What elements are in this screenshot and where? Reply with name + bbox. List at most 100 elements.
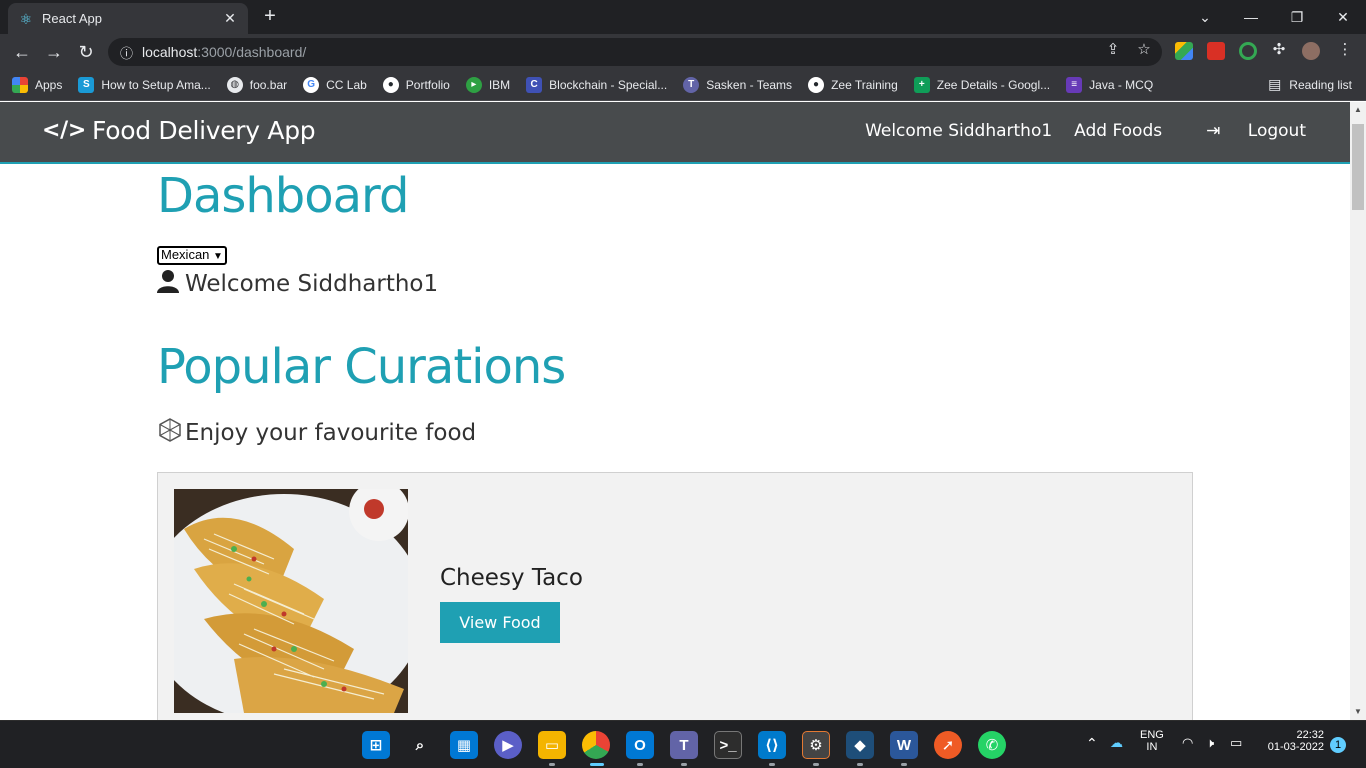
back-icon[interactable]: ←: [10, 40, 34, 64]
whatsapp-icon[interactable]: ✆: [978, 731, 1006, 759]
running-indicator: [637, 763, 643, 766]
restore-button[interactable]: ❐: [1274, 0, 1320, 34]
url-text[interactable]: localhost:3000/dashboard/: [142, 44, 306, 60]
postman-icon[interactable]: ➚: [934, 731, 962, 759]
clock[interactable]: 22:32 01-03-2022: [1260, 729, 1324, 753]
scroll-up-icon[interactable]: ▲: [1350, 102, 1366, 118]
section-title: Popular Curations: [157, 339, 566, 395]
running-indicator: [857, 763, 863, 766]
start-icon[interactable]: ⊞: [362, 731, 390, 759]
running-indicator: [769, 763, 775, 766]
bookmark-item[interactable]: ◍ foo.bar: [226, 77, 287, 93]
onedrive-icon[interactable]: ☁: [1110, 735, 1123, 751]
tab-title: React App: [42, 11, 102, 26]
teams-icon[interactable]: T: [670, 731, 698, 759]
profile-avatar[interactable]: [1302, 42, 1320, 60]
teams-icon: T: [683, 77, 700, 93]
react-icon: ⚛: [19, 10, 33, 27]
extension-ring-icon[interactable]: [1239, 42, 1257, 60]
language-indicator[interactable]: ENG IN: [1140, 729, 1164, 753]
reload-icon[interactable]: ↻: [74, 40, 98, 64]
ide-icon[interactable]: ⚙: [802, 731, 830, 759]
close-window-button[interactable]: ✕: [1320, 0, 1366, 34]
bookmark-star-icon[interactable]: ☆: [1133, 40, 1155, 58]
tab-search-icon[interactable]: ⌄: [1182, 0, 1228, 34]
vscode-icon[interactable]: ⟨⟩: [758, 731, 786, 759]
nav-add-foods[interactable]: Add Foods: [1074, 121, 1162, 141]
extension-icon[interactable]: [1207, 42, 1225, 60]
cuisine-select[interactable]: Mexican ▼: [157, 246, 227, 265]
outlook-icon[interactable]: O: [626, 731, 654, 759]
main-content: Dashboard Mexican ▼ Welcome Siddhartho1 …: [157, 164, 1193, 720]
hexagon-icon: [157, 417, 183, 449]
bookmark-item[interactable]: ▸ IBM: [465, 77, 510, 93]
view-food-button[interactable]: View Food: [440, 602, 560, 643]
browser-tab[interactable]: ⚛ React App ✕: [8, 3, 248, 34]
nav-welcome: Welcome Siddhartho1: [865, 121, 1053, 141]
notification-badge[interactable]: 1: [1330, 737, 1346, 753]
apps-grid-icon: [12, 77, 28, 93]
app-navbar: </> Food Delivery App Welcome Siddhartho…: [0, 102, 1350, 164]
bookmark-item[interactable]: ● Zee Training: [808, 77, 898, 93]
info-icon[interactable]: ⓘ: [120, 43, 138, 62]
bookmark-favicon: C: [526, 77, 543, 93]
search-icon[interactable]: ⌕: [406, 731, 434, 759]
new-tab-button[interactable]: +: [258, 5, 282, 28]
nav-links: Welcome Siddhartho1 Add Foods ⇥ Logout: [843, 121, 1306, 141]
page-scrollbar[interactable]: ▲ ▼: [1350, 102, 1366, 720]
user-icon: [157, 269, 179, 299]
chrome-icon[interactable]: [582, 731, 610, 759]
scrollbar-thumb[interactable]: [1352, 124, 1364, 210]
minimize-button[interactable]: —: [1228, 0, 1274, 34]
page-title: Dashboard: [157, 168, 409, 224]
bookmark-item[interactable]: S How to Setup Ama...: [78, 77, 211, 93]
address-bar[interactable]: ⓘ localhost:3000/dashboard/: [108, 38, 1162, 66]
file-explorer-icon[interactable]: ▭: [538, 731, 566, 759]
page-viewport: </> Food Delivery App Welcome Siddhartho…: [0, 102, 1350, 720]
chat-icon[interactable]: ▶: [494, 731, 522, 759]
bookmark-item[interactable]: ≡ Java - MCQ: [1066, 77, 1153, 93]
running-indicator: [549, 763, 555, 766]
food-card: Cheesy Taco View Food: [157, 472, 1193, 720]
reading-list-icon: ▤: [1268, 76, 1282, 92]
sheets-icon: +: [913, 77, 930, 93]
bookmark-item[interactable]: G CC Lab: [303, 77, 367, 93]
share-icon[interactable]: ⇪: [1102, 40, 1124, 58]
brand-link[interactable]: </> Food Delivery App: [42, 116, 316, 145]
bookmark-item[interactable]: C Blockchain - Special...: [526, 77, 667, 93]
browser-tabstrip: ⚛ React App ✕ + ⌄ — ❐ ✕: [0, 0, 1366, 34]
bookmark-item[interactable]: Apps: [12, 77, 62, 93]
menu-kebab-icon[interactable]: ⋮: [1334, 40, 1356, 58]
github-icon: ●: [808, 77, 825, 93]
code-icon: </>: [42, 118, 87, 143]
running-indicator: [681, 763, 687, 766]
reading-list-button[interactable]: ▤ Reading list: [1268, 76, 1352, 93]
logout-icon: ⇥: [1206, 121, 1226, 141]
word-icon[interactable]: W: [890, 731, 918, 759]
volume-muted-icon[interactable]: 🕨: [1206, 735, 1214, 751]
extensions-puzzle-icon[interactable]: ✣: [1268, 40, 1290, 58]
widgets-icon[interactable]: ▦: [450, 731, 478, 759]
windows-taskbar: ⊞ ⌕ ▦ ▶ ▭ O T >_ ⟨⟩ ⚙ ◆ W ➚ ✆ ⌃ ☁ ENG IN…: [0, 720, 1366, 768]
github-icon: ●: [382, 77, 399, 93]
google-drive-icon[interactable]: [1175, 42, 1193, 60]
bookmark-item[interactable]: ● Portfolio: [382, 77, 450, 93]
welcome-message: Welcome Siddhartho1: [157, 269, 1193, 299]
battery-icon[interactable]: ▭: [1230, 735, 1242, 751]
section-subtitle: Enjoy your favourite food: [157, 417, 1193, 449]
bookmark-item[interactable]: + Zee Details - Googl...: [913, 77, 1050, 93]
globe-icon: ◍: [226, 77, 243, 93]
wifi-icon[interactable]: ◠: [1182, 735, 1193, 751]
running-indicator: [813, 763, 819, 766]
scroll-down-icon[interactable]: ▼: [1350, 704, 1366, 720]
terminal-icon[interactable]: >_: [714, 731, 742, 759]
bookmark-favicon: ▸: [465, 77, 482, 93]
bookmarks-bar: Apps S How to Setup Ama... ◍ foo.bar G C…: [0, 70, 1366, 101]
nav-logout[interactable]: ⇥ Logout: [1184, 121, 1306, 141]
database-icon[interactable]: ◆: [846, 731, 874, 759]
forward-icon[interactable]: →: [42, 40, 66, 64]
tab-close-button[interactable]: ✕: [222, 10, 238, 27]
google-icon: G: [303, 77, 320, 93]
bookmark-item[interactable]: T Sasken - Teams: [683, 77, 792, 93]
chevron-up-icon[interactable]: ⌃: [1086, 735, 1098, 752]
